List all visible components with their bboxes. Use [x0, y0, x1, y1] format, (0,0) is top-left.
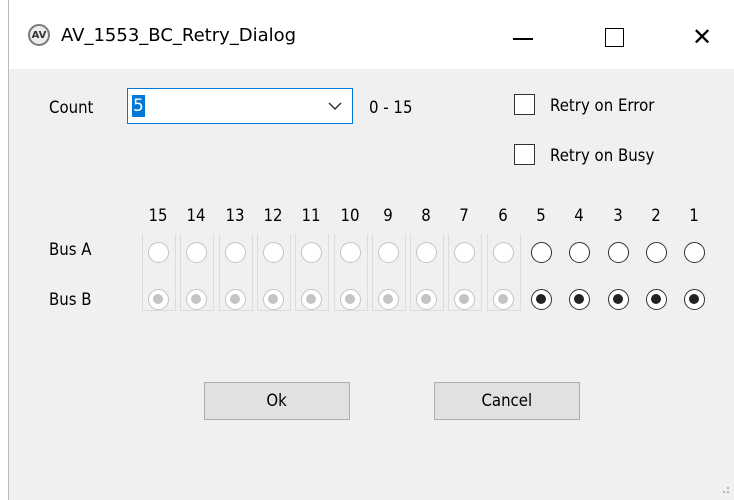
bit-number: 13 [225, 206, 245, 226]
bit-column [254, 234, 292, 314]
bus-a-label: Bus A [49, 240, 92, 260]
count-value[interactable]: 5 [132, 95, 145, 117]
bit-number: 10 [339, 206, 360, 226]
bit-number: 15 [148, 206, 168, 226]
cancel-button[interactable]: Cancel [434, 382, 580, 420]
bit-column [177, 234, 215, 314]
bit-number: 8 [421, 206, 431, 226]
ok-button-label: Ok [266, 391, 288, 411]
bit-column [407, 234, 445, 314]
bit-number: 3 [612, 206, 623, 226]
bus-b-radio [339, 289, 361, 310]
bus-b-radio [262, 289, 284, 310]
bit-number: 11 [301, 206, 321, 226]
bit-column [637, 234, 675, 314]
bit-column [522, 234, 560, 314]
bus-a-radio [148, 242, 169, 263]
retry-on-busy-label[interactable]: Retry on Busy [550, 146, 654, 166]
bus-b-radio [224, 289, 246, 310]
bus-a-radio [416, 242, 438, 263]
close-icon: ✕ [691, 23, 713, 51]
bus-a-radio[interactable] [645, 242, 667, 263]
bus-b-label: Bus B [49, 290, 92, 310]
bus-b-radio [492, 289, 514, 310]
retry-on-error-label[interactable]: Retry on Error [550, 96, 654, 116]
minimize-icon [513, 38, 533, 40]
retry-on-error-checkbox[interactable] [514, 94, 535, 115]
bus-b-radio[interactable] [645, 289, 667, 310]
retry-on-busy-checkbox[interactable] [514, 144, 535, 165]
bus-a-radio [377, 242, 399, 263]
bit-column [599, 234, 637, 314]
bit-number: 1 [689, 206, 699, 226]
bus-a-radio[interactable] [569, 242, 591, 263]
bus-b-radio [377, 289, 399, 310]
chevron-down-icon[interactable] [328, 101, 342, 111]
bus-b-radio[interactable] [684, 289, 706, 310]
bus-b-radio[interactable] [531, 289, 552, 310]
bus-a-radio[interactable] [531, 242, 552, 263]
bit-column [216, 234, 254, 314]
bus-b-radio [301, 289, 323, 310]
bus-a-radio [454, 242, 476, 263]
bus-b-radio [416, 289, 438, 310]
bit-number: 7 [459, 206, 470, 226]
bus-b-radio[interactable] [607, 289, 629, 310]
bit-column [675, 234, 713, 314]
bit-column [369, 234, 407, 314]
dialog-window: AV AV_1553_BC_Retry_Dialog ✕ Count 5 0 -… [8, 0, 734, 500]
bus-a-radio [262, 242, 284, 263]
bit-column [139, 234, 177, 314]
bus-a-radio [224, 242, 246, 263]
bit-number: 2 [651, 206, 661, 226]
bit-column [560, 234, 598, 314]
resize-grip-icon[interactable] [720, 486, 730, 496]
bus-a-radio[interactable] [684, 242, 706, 263]
bus-a-radio [186, 242, 208, 263]
close-button[interactable]: ✕ [682, 19, 722, 55]
cancel-button-label: Cancel [481, 391, 533, 411]
count-label: Count [49, 98, 94, 118]
bus-a-radio [492, 242, 514, 263]
bit-number: 9 [383, 206, 393, 226]
ok-button[interactable]: Ok [204, 382, 350, 420]
minimize-button[interactable] [503, 19, 543, 55]
bus-b-radio[interactable] [569, 289, 591, 310]
bit-column [292, 234, 330, 314]
bus-b-radio [454, 289, 476, 310]
bus-a-radio[interactable] [607, 242, 629, 263]
bit-number: 4 [574, 206, 585, 226]
bus-a-radio [301, 242, 323, 263]
bit-number: 6 [497, 206, 508, 226]
bus-a-radio [339, 242, 361, 263]
window-title: AV_1553_BC_Retry_Dialog [61, 25, 297, 46]
bit-number: 12 [263, 206, 283, 226]
app-icon: AV [28, 24, 50, 46]
maximize-icon [604, 27, 624, 47]
bus-b-radio [148, 289, 169, 310]
bit-column [331, 234, 369, 314]
bit-number: 5 [536, 206, 546, 226]
title-bar[interactable]: AV AV_1553_BC_Retry_Dialog ✕ [9, 0, 734, 69]
maximize-button[interactable] [594, 19, 634, 55]
count-range-label: 0 - 15 [369, 98, 413, 118]
count-combobox[interactable]: 5 [127, 88, 353, 124]
bit-column [484, 234, 522, 314]
bit-column [445, 234, 483, 314]
bus-b-radio [186, 289, 208, 310]
bit-number: 14 [186, 206, 206, 226]
